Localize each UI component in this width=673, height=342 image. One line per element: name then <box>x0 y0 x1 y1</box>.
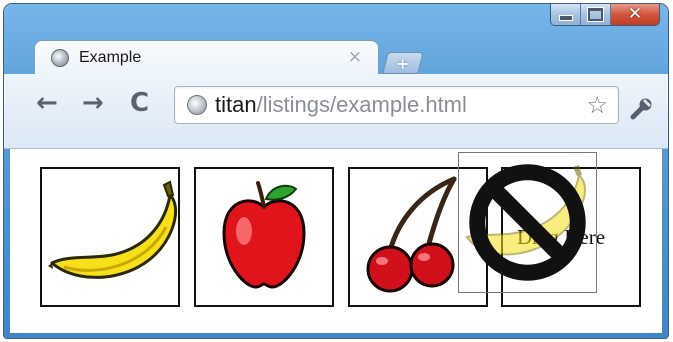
minimize-icon <box>558 15 573 21</box>
url-host: titan <box>215 92 257 117</box>
minimize-button[interactable] <box>551 4 581 25</box>
maximize-icon <box>587 7 604 22</box>
apple-box[interactable] <box>194 167 334 307</box>
url-text[interactable]: titan/listings/example.html <box>215 91 467 119</box>
back-arrow-icon[interactable]: ← <box>36 90 58 116</box>
page-content: Drag Here <box>10 149 662 333</box>
reload-icon[interactable]: C <box>130 90 149 116</box>
address-bar[interactable]: titan/listings/example.html ☆ <box>174 86 619 124</box>
globe-icon <box>51 49 69 67</box>
toolbar: ← → C titan/listings/example.html ☆ <box>4 74 668 149</box>
banana-icon <box>48 180 178 279</box>
plus-icon: + <box>396 53 410 73</box>
wrench-icon[interactable] <box>630 96 654 120</box>
browser-window: ✕ Example × + ← → C titan/listings/examp… <box>4 4 668 338</box>
no-drop-icon <box>469 164 586 281</box>
close-icon: ✕ <box>627 4 643 24</box>
window-controls: ✕ <box>550 4 660 26</box>
banana-box[interactable] <box>40 167 180 307</box>
drag-ghost <box>458 152 597 293</box>
maximize-button[interactable] <box>581 4 611 25</box>
apple-icon <box>222 181 306 289</box>
url-path: /listings/example.html <box>256 92 467 117</box>
tab-title: Example <box>79 49 142 66</box>
close-button[interactable]: ✕ <box>611 4 659 25</box>
page-info-globe-icon[interactable] <box>187 95 207 115</box>
forward-arrow-icon[interactable]: → <box>82 90 104 116</box>
tab-close-icon[interactable]: × <box>348 47 362 67</box>
tab-example[interactable]: Example × <box>34 40 379 75</box>
bookmark-star-icon[interactable]: ☆ <box>586 91 608 119</box>
new-tab-button[interactable]: + <box>382 52 424 74</box>
